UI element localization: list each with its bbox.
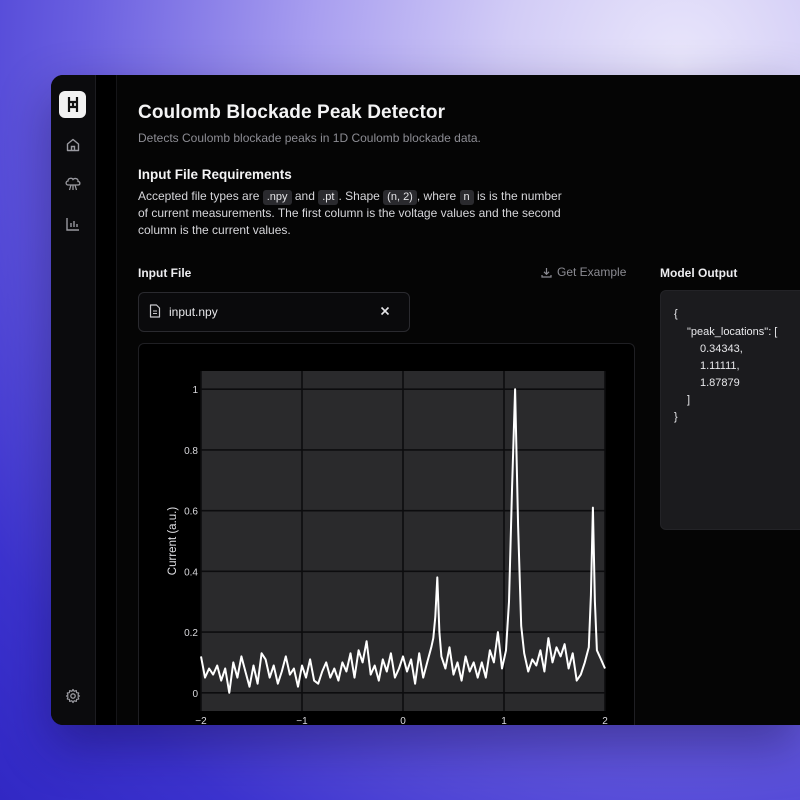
x-tick-label: 1 xyxy=(501,716,507,725)
get-example-button[interactable]: Get Example xyxy=(541,265,626,279)
req-text-part: Accepted file types are xyxy=(138,189,263,203)
bar-chart-icon[interactable] xyxy=(63,214,83,234)
y-tick-label: 0 xyxy=(192,689,198,700)
json-line: 0.34343, xyxy=(700,343,743,355)
requirements-text: Accepted file types are .npy and .pt. Sh… xyxy=(138,188,568,239)
requirements-heading: Input File Requirements xyxy=(138,167,292,182)
download-icon xyxy=(541,267,552,278)
plot-panel: −2 −1 0 1 2 0 0.2 0.4 0.6 0.8 1 Current (a.u.) xyxy=(138,343,635,725)
model-icon[interactable] xyxy=(63,174,83,194)
json-line: 1.11111, xyxy=(700,360,740,372)
req-text-part: . Shape xyxy=(338,189,384,203)
json-line: { xyxy=(674,308,678,320)
model-output-label: Model Output xyxy=(660,266,738,280)
code-shape: (n, 2) xyxy=(383,190,417,205)
json-line: } xyxy=(674,411,678,423)
current-voltage-chart: −2 −1 0 1 2 0 0.2 0.4 0.6 0.8 1 Current (a.u.) xyxy=(167,371,608,725)
req-text-part: and xyxy=(291,189,319,203)
x-tick-label: 2 xyxy=(602,716,608,725)
json-line: ] xyxy=(687,394,691,406)
main-content: Coulomb Blockade Peak Detector Detects C… xyxy=(116,75,800,725)
sidebar xyxy=(51,75,96,725)
req-text-part: , where xyxy=(416,189,460,203)
input-file-label: Input File xyxy=(138,266,192,280)
y-tick-label: 0.2 xyxy=(184,628,198,639)
code-npy: .npy xyxy=(262,190,292,205)
y-axis-label: Current (a.u.) xyxy=(167,507,179,576)
json-line: 1.87879 xyxy=(700,377,740,389)
logo-icon xyxy=(67,97,78,112)
x-tick-label: 0 xyxy=(400,716,406,725)
x-tick-label: −1 xyxy=(296,716,308,725)
home-icon[interactable] xyxy=(63,135,83,155)
model-output-panel: { "peak_locations": [ 0.34343, 1.11111, … xyxy=(660,290,800,530)
page-subtitle: Detects Coulomb blockade peaks in 1D Cou… xyxy=(138,131,481,145)
y-tick-label: 1 xyxy=(192,385,198,396)
app-logo[interactable] xyxy=(59,91,86,118)
page-title: Coulomb Blockade Peak Detector xyxy=(138,102,446,123)
app-window: Coulomb Blockade Peak Detector Detects C… xyxy=(51,75,800,725)
file-chip[interactable]: input.npy xyxy=(138,292,410,332)
gear-icon[interactable] xyxy=(63,686,83,706)
y-tick-label: 0.8 xyxy=(184,446,198,457)
json-line: "peak_locations": [ xyxy=(687,326,778,338)
code-pt: .pt xyxy=(318,190,339,205)
file-name: input.npy xyxy=(169,305,218,319)
y-tick-label: 0.6 xyxy=(184,507,198,518)
get-example-label: Get Example xyxy=(557,265,627,279)
x-tick-label: −2 xyxy=(195,716,207,725)
code-n: n xyxy=(459,190,474,205)
file-icon xyxy=(149,304,161,323)
y-tick-label: 0.4 xyxy=(184,567,198,578)
close-icon[interactable] xyxy=(376,302,394,320)
